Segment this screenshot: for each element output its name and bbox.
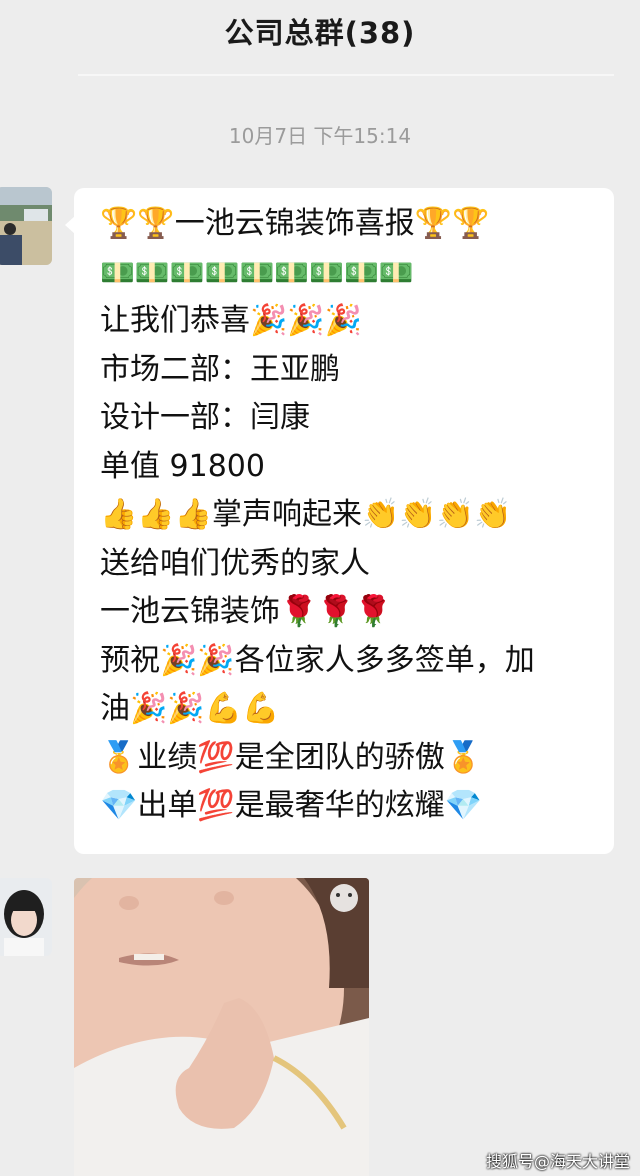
- message-timestamp: 10月7日 下午15:14: [228, 124, 412, 148]
- source-watermark: 搜狐号@海天大讲堂: [485, 1152, 630, 1171]
- message-line-2: 💵💵💵💵💵💵💵💵💵: [100, 255, 414, 289]
- message-line-1: 🏆🏆一池云锦装饰喜报🏆🏆: [100, 206, 490, 241]
- sticker-image[interactable]: [74, 878, 369, 1176]
- header-divider: [78, 74, 614, 76]
- message-line-3: 让我们恭喜🎉🎉🎉: [100, 303, 363, 338]
- message-line-5: 设计一部：闫康: [100, 400, 310, 435]
- message-line-11: 油🎉🎉💪💪: [100, 691, 280, 726]
- message-line-8: 送给咱们优秀的家人: [100, 545, 370, 581]
- message-line-12: 🏅业绩💯是全团队的骄傲🏅: [100, 739, 483, 775]
- message-line-13: 💎出单💯是最奢华的炫耀💎: [100, 788, 483, 823]
- message-line-4: 市场二部：王亚鹏: [100, 351, 340, 387]
- chat-title[interactable]: 公司总群(38): [225, 10, 416, 52]
- chat-header: 公司总群(38): [0, 0, 640, 60]
- message-line-6: 单值 91800: [100, 448, 265, 484]
- message-line-7: 👍👍👍掌声响起来👏👏👏👏: [100, 497, 512, 532]
- sender-avatar-2[interactable]: [0, 878, 52, 956]
- message-bubble[interactable]: 🏆🏆一池云锦装饰喜报🏆🏆 💵💵💵💵💵💵💵💵💵 让我们恭喜🎉🎉🎉 市场二部：王亚鹏…: [65, 188, 614, 854]
- message-line-9: 一池云锦装饰🌹🌹🌹: [100, 594, 393, 629]
- sender-avatar[interactable]: [0, 187, 52, 265]
- message-line-10: 预祝🎉🎉各位家人多多签单，加: [100, 642, 535, 678]
